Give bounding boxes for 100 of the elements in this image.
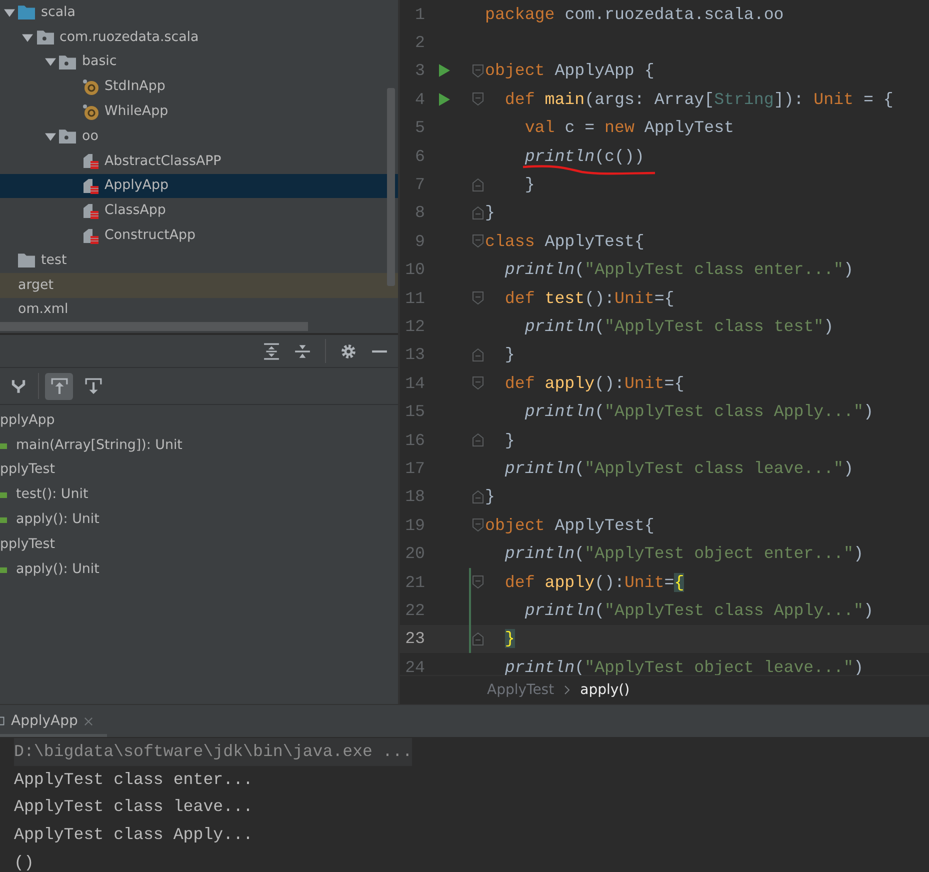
tree-item[interactable]: StdInApp (0, 74, 398, 100)
scrollbar[interactable] (387, 88, 395, 286)
tree-item[interactable]: scala (0, 0, 398, 25)
line-number: 20 (404, 544, 425, 564)
structure-item[interactable]: apply(): Unit (0, 556, 398, 582)
fold-icon[interactable] (472, 348, 484, 362)
line-number: 8 (414, 203, 425, 222)
code-line: println("ApplyTest object leave...") (504, 658, 864, 675)
tree-item[interactable]: ConstructApp (0, 223, 398, 248)
tree-item[interactable]: om.xml (0, 298, 398, 322)
structure-item[interactable]: main(Array[String]): Unit (0, 432, 398, 458)
code-line: println("ApplyTest class Apply...") (524, 402, 874, 422)
fold-icon[interactable] (472, 178, 484, 192)
line-number: 1 (414, 4, 425, 24)
breadcrumb[interactable]: ApplyTest (487, 682, 554, 698)
code-line: println("ApplyTest object enter...") (504, 544, 864, 564)
collapse-all-icon[interactable] (294, 342, 311, 360)
code-line: } (485, 203, 495, 222)
run-icon[interactable] (438, 64, 450, 78)
code-line: val c = new ApplyTest (524, 118, 734, 138)
tree-item[interactable]: oo (0, 124, 398, 149)
arrow-down-icon (84, 378, 102, 394)
arrow-up-icon (50, 378, 68, 394)
code-line: } (504, 345, 515, 364)
method-icon (0, 564, 7, 574)
tree-item[interactable]: basic (0, 50, 398, 74)
code-line: object ApplyTest{ (485, 516, 654, 535)
structure-item[interactable]: test(): Unit (0, 482, 398, 508)
fold-icon[interactable] (472, 632, 484, 646)
line-number: 9 (414, 232, 425, 251)
fold-icon[interactable] (472, 92, 484, 106)
structure-item[interactable]: pplyTest (0, 532, 398, 557)
tree-item[interactable]: arget (0, 272, 398, 298)
run-icon[interactable] (438, 92, 450, 106)
fold-icon[interactable] (472, 433, 484, 448)
scrollbar[interactable] (0, 322, 308, 331)
console-line: ApplyTest class Apply... (14, 824, 253, 846)
line-number: 24 (404, 658, 425, 675)
structure-item[interactable]: pplyApp (0, 408, 398, 433)
line-number: 12 (404, 316, 425, 336)
method-icon (0, 490, 7, 500)
fold-icon[interactable] (472, 490, 484, 504)
tree-item[interactable]: test (0, 248, 398, 273)
code-line: package com.ruozedata.scala.oo (485, 4, 784, 24)
line-number: 17 (404, 458, 425, 478)
line-number: 15 (404, 402, 425, 422)
package-icon (59, 128, 76, 144)
package-icon (59, 54, 76, 70)
fold-icon[interactable] (472, 64, 484, 78)
settings-icon[interactable] (340, 342, 357, 360)
object-icon (82, 104, 98, 120)
expand-all-icon[interactable] (263, 342, 280, 360)
line-number: 22 (404, 600, 425, 620)
folder-icon (18, 4, 35, 20)
scroll-from-source-button[interactable] (45, 372, 73, 400)
object-icon (82, 78, 98, 95)
line-number: 19 (404, 516, 425, 535)
structure-item[interactable]: pplyTest (0, 458, 398, 482)
code-line: println("ApplyTest class leave...") (504, 458, 854, 478)
code-line: } (485, 487, 495, 506)
fold-icon[interactable] (472, 575, 484, 589)
line-number: 21 (404, 572, 425, 592)
line-number: 7 (414, 175, 425, 194)
breadcrumb[interactable]: apply() (580, 682, 630, 698)
tree-item[interactable]: ClassApp (0, 198, 398, 224)
method-icon (0, 515, 7, 524)
code-line: println(c()) (524, 146, 644, 166)
fold-icon[interactable] (472, 206, 484, 220)
expand-arrow-icon[interactable] (44, 56, 56, 68)
run-tab[interactable]: ApplyApp (0, 705, 107, 737)
fold-icon[interactable] (472, 234, 484, 248)
scala-file-icon (82, 202, 98, 219)
expand-arrow-icon[interactable] (44, 130, 56, 142)
line-number: 23 (404, 629, 425, 648)
code-line: def main(args: Array[String]): Unit = { (504, 90, 894, 109)
scala-file-icon (82, 153, 98, 170)
line-number: 10 (404, 260, 425, 280)
tree-item[interactable]: AbstractClassAPP (0, 148, 398, 174)
expand-arrow-icon[interactable] (22, 32, 33, 43)
line-number: 5 (414, 118, 425, 138)
line-number: 2 (414, 33, 425, 52)
expand-arrow-icon[interactable] (4, 6, 14, 18)
code-line: def apply():Unit={ (504, 374, 684, 393)
line-number: 6 (414, 146, 425, 166)
method-icon (0, 440, 7, 450)
console-line: ApplyTest class enter... (14, 768, 253, 791)
code-line: } (504, 430, 515, 450)
fold-icon[interactable] (472, 376, 484, 390)
fold-icon[interactable] (472, 291, 484, 306)
breadcrumb-separator-icon (564, 685, 570, 695)
tree-item[interactable]: WhileApp (0, 99, 398, 124)
line-number: 11 (404, 288, 425, 308)
tree-item[interactable]: ApplyApp (0, 174, 398, 198)
package-icon (36, 29, 54, 46)
tree-item[interactable]: com.ruozedata.scala (0, 24, 398, 50)
code-line: } (524, 175, 535, 194)
close-icon[interactable] (84, 716, 93, 726)
fold-icon[interactable] (472, 518, 484, 532)
line-number: 13 (404, 345, 425, 364)
structure-item[interactable]: apply(): Unit (0, 507, 398, 532)
